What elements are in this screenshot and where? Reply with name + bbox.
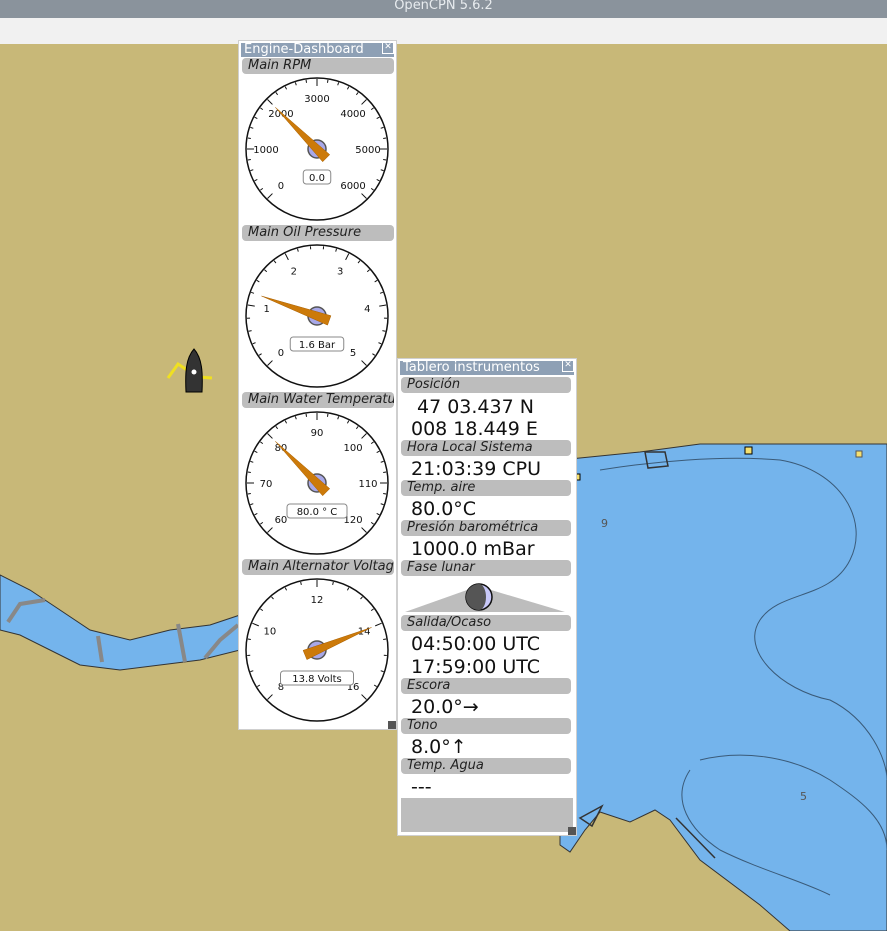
section-label: Tono <box>401 718 571 734</box>
sounding-label: 9 <box>601 517 608 530</box>
gauge-label: Main Alternator Voltag <box>242 559 394 575</box>
gauge-tick-label: 90 <box>311 428 324 439</box>
engine-dashboard-panel[interactable]: Engine-Dashboard ✕ Main RPM 0 1000 2000 300… <box>238 40 397 730</box>
water-temperature-value: --- <box>411 776 432 798</box>
gauge-tick-label: 70 <box>260 479 273 490</box>
gauge-tick-label: 2 <box>291 267 297 278</box>
pressure-value: 1000.0 mBar <box>411 538 535 560</box>
gauge-tick-label: 60 <box>275 515 288 526</box>
gauge-tick-label: 12 <box>311 595 324 606</box>
longitude-value: 008 18.449 E <box>411 418 538 440</box>
gauge-label: Main Oil Pressure <box>242 225 394 241</box>
gauge-readout: 0.0 <box>309 173 325 184</box>
gauge-readout: 1.6 Bar <box>299 340 336 351</box>
panel-footer <box>401 798 573 832</box>
gauge-readout: 80.0 ° C <box>297 507 338 518</box>
gauge-tick-label: 5000 <box>355 145 380 156</box>
alternator-voltage-gauge: 81012141613.8 Volts <box>245 578 389 722</box>
engine-dashboard-title[interactable]: Engine-Dashboard <box>241 43 394 57</box>
buoy-marker <box>744 446 753 455</box>
window-title: OpenCPN 5.6.2 <box>0 0 887 18</box>
toolbar <box>0 18 887 44</box>
resize-handle[interactable] <box>568 827 576 835</box>
gauge-label: Main Water Temperatu <box>242 392 394 408</box>
gauge-tick <box>300 581 302 585</box>
latitude-value: 47 03.437 N <box>417 396 534 418</box>
section-label: Escora <box>401 678 571 694</box>
section-label: Temp. aire <box>401 480 571 496</box>
gauge-tick-label: 100 <box>344 443 363 454</box>
gauge-tick-label: 3000 <box>304 94 329 105</box>
gauge-tick-label: 4 <box>364 304 370 315</box>
sunrise-value: 04:50:00 UTC <box>411 633 541 655</box>
rpm-gauge: 0 1000 2000 3000 4000 5000 6000 0.0 <box>245 77 389 221</box>
gauge-label: Main RPM <box>242 58 394 74</box>
gauge-tick-label: 1 <box>263 304 269 315</box>
gauge-tick-label: 0 <box>278 348 284 359</box>
instruments-title[interactable]: Tablero instrumentos <box>400 361 574 375</box>
heel-value: 20.0°→ <box>411 696 479 718</box>
instruments-panel[interactable]: Tablero instrumentos ✕ Posición 47 03.43… <box>397 358 577 836</box>
section-label: Temp. Agua <box>401 758 571 774</box>
gauge-readout: 13.8 Volts <box>292 674 342 685</box>
gauge-tick <box>248 330 252 332</box>
section-label: Posición <box>401 377 571 393</box>
section-label: Fase lunar <box>401 560 571 576</box>
moon-phase-icon <box>405 583 565 612</box>
gauge-tick-label: 10 <box>264 626 277 637</box>
gauge-tick <box>332 581 334 585</box>
gauge-tick-label: 6000 <box>340 181 365 192</box>
gauge-tick-label: 110 <box>358 479 377 490</box>
water-temperature-gauge: 6070809010011012080.0 ° C <box>245 411 389 555</box>
air-temperature-value: 80.0°C <box>411 498 477 520</box>
gauge-tick-label: 3 <box>337 267 343 278</box>
sounding-label: 5 <box>800 790 807 803</box>
gauge-tick-label: 5 <box>350 348 356 359</box>
section-label: Presión barométrica <box>401 520 571 536</box>
instruments-close-button[interactable]: ✕ <box>562 360 574 372</box>
gauge-tick-label: 0 <box>278 181 284 192</box>
gauge-tick-label: 4000 <box>340 109 365 120</box>
pitch-value: 8.0°↑ <box>411 736 467 758</box>
buoy-marker-2 <box>855 450 863 458</box>
resize-handle[interactable] <box>388 721 396 729</box>
local-time-value: 21:03:39 CPU <box>411 458 542 480</box>
gauge-tick-label: 2000 <box>268 109 293 120</box>
sunset-value: 17:59:00 UTC <box>411 656 541 678</box>
oil-pressure-gauge: 0 1 2 3 4 5 1.6 Bar <box>245 244 389 388</box>
section-label: Salida/Ocaso <box>401 615 571 631</box>
section-label: Hora Local Sistema <box>401 440 571 456</box>
gauge-tick <box>382 330 386 332</box>
engine-dashboard-close-button[interactable]: ✕ <box>382 42 394 54</box>
gauge-tick-label: 1000 <box>253 145 278 156</box>
